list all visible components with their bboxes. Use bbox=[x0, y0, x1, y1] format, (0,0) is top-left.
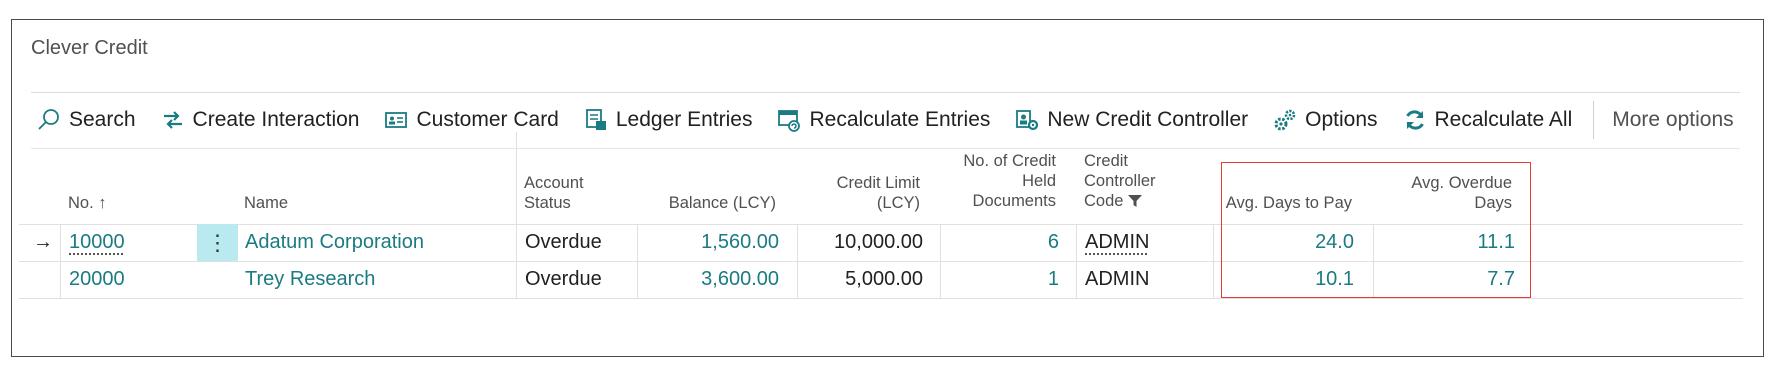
cell-avg-days-to-pay[interactable]: 24.0 bbox=[1219, 224, 1354, 261]
action-bar: Search Create Interaction Customer Card … bbox=[31, 94, 1740, 146]
divider bbox=[31, 148, 1740, 149]
page-title: Clever Credit bbox=[31, 37, 148, 59]
recalculate-entries-button[interactable]: Recalculate Entries bbox=[771, 100, 996, 140]
search-button-label: Search bbox=[69, 108, 136, 131]
cell-credit-limit: 5,000.00 bbox=[845, 268, 923, 290]
cell-balance[interactable]: 3,600.00 bbox=[639, 261, 779, 298]
row-selected-arrow-icon: → bbox=[33, 231, 53, 253]
ledger-icon bbox=[584, 108, 608, 132]
row-menu-button[interactable]: ⋮ bbox=[197, 224, 238, 261]
toolbar-separator bbox=[1593, 101, 1595, 139]
recalculate-entries-icon bbox=[777, 108, 801, 132]
cell-credit-held-documents[interactable]: 6 bbox=[943, 224, 1059, 261]
options-label: Options bbox=[1305, 108, 1378, 131]
column-header-credit-limit[interactable]: Credit Limit (LCY) bbox=[816, 173, 920, 213]
ledger-entries-label: Ledger Entries bbox=[615, 108, 753, 131]
user-settings-icon bbox=[1015, 108, 1039, 132]
customer-card-button[interactable]: Customer Card bbox=[378, 100, 564, 140]
column-header-balance[interactable]: Balance (LCY) bbox=[640, 193, 776, 213]
divider bbox=[31, 92, 1740, 93]
cell-no[interactable]: 10000 bbox=[69, 224, 179, 261]
search-icon bbox=[37, 108, 61, 132]
sort-ascending-icon: ↑ bbox=[98, 194, 107, 212]
column-header-credit-controller-code[interactable]: Credit Controller Code bbox=[1084, 151, 1179, 213]
column-header-avg-days-to-pay[interactable]: Avg. Days to Pay bbox=[1222, 193, 1352, 213]
column-header-avg-overdue-days[interactable]: Avg. Overdue Days bbox=[1400, 173, 1512, 213]
table-row[interactable]: → 10000 ⋮ Adatum Corporation Overdue 1,5… bbox=[19, 224, 1743, 261]
cell-credit-controller-code[interactable]: ADMIN bbox=[1085, 224, 1205, 261]
column-header-no-label: No. bbox=[68, 194, 94, 212]
row-divider bbox=[19, 298, 1743, 299]
recalculate-all-label: Recalculate All bbox=[1434, 108, 1573, 131]
options-button[interactable]: Options bbox=[1267, 100, 1383, 140]
table-row[interactable]: 20000 Trey Research Overdue 3,600.00 5,0… bbox=[19, 261, 1743, 298]
column-header-no[interactable]: No. ↑ bbox=[68, 193, 188, 213]
create-interaction-label: Create Interaction bbox=[192, 108, 360, 131]
id-card-icon bbox=[384, 108, 408, 132]
cell-account-status: Overdue bbox=[525, 268, 602, 290]
cell-credit-held-documents[interactable]: 1 bbox=[943, 261, 1059, 298]
column-header-name[interactable]: Name bbox=[244, 193, 444, 213]
create-interaction-button[interactable]: Create Interaction bbox=[155, 100, 366, 140]
recalculate-entries-label: Recalculate Entries bbox=[809, 108, 991, 131]
new-credit-controller-button[interactable]: New Credit Controller bbox=[1009, 100, 1254, 140]
column-header-account-status[interactable]: Account Status bbox=[524, 173, 604, 213]
cell-name[interactable]: Trey Research bbox=[245, 261, 525, 298]
refresh-icon bbox=[1403, 108, 1427, 132]
cell-account-status: Overdue bbox=[525, 231, 602, 253]
gears-icon bbox=[1273, 108, 1297, 132]
filter-icon bbox=[1128, 193, 1143, 213]
cell-credit-controller-code[interactable]: ADMIN bbox=[1085, 261, 1205, 298]
cell-avg-days-to-pay[interactable]: 10.1 bbox=[1219, 261, 1354, 298]
cell-credit-limit: 10,000.00 bbox=[834, 231, 923, 253]
recalculate-all-button[interactable]: Recalculate All bbox=[1397, 100, 1579, 140]
customer-card-label: Customer Card bbox=[416, 108, 559, 131]
cell-name[interactable]: Adatum Corporation bbox=[245, 224, 525, 261]
cell-balance[interactable]: 1,560.00 bbox=[639, 224, 779, 261]
column-header-credit-controller-code-label: Credit Controller Code bbox=[1084, 152, 1156, 210]
cell-no[interactable]: 20000 bbox=[69, 261, 179, 298]
cell-avg-overdue-days[interactable]: 7.7 bbox=[1379, 261, 1515, 298]
ledger-entries-button[interactable]: Ledger Entries bbox=[578, 100, 759, 140]
cell-avg-overdue-days[interactable]: 11.1 bbox=[1379, 224, 1515, 261]
search-button[interactable]: Search bbox=[31, 100, 142, 140]
column-header-credit-held-documents[interactable]: No. of Credit Held Documents bbox=[950, 151, 1056, 211]
new-credit-controller-label: New Credit Controller bbox=[1047, 108, 1249, 131]
more-options-button[interactable]: More options bbox=[1606, 108, 1739, 132]
interaction-arrows-icon bbox=[161, 108, 185, 132]
